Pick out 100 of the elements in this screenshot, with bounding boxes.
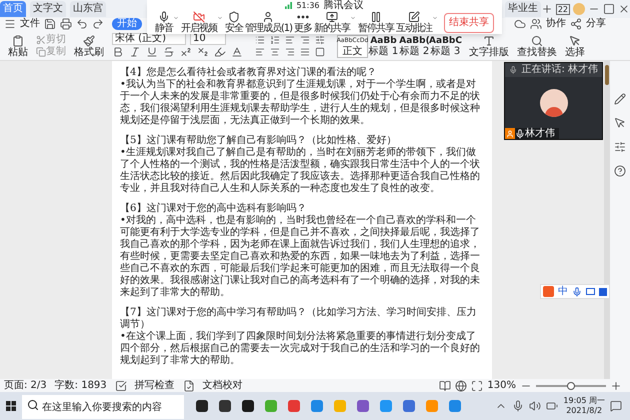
app-icon[interactable] (219, 400, 231, 412)
avatar (540, 88, 568, 116)
pencil-icon[interactable] (614, 93, 626, 105)
scrollbar[interactable] (604, 61, 610, 379)
globe-icon[interactable] (455, 380, 468, 392)
proofread-link[interactable]: 文档校对 (202, 380, 243, 392)
size-dropdown[interactable]: 10 (190, 33, 226, 45)
highlighter-icon[interactable] (214, 46, 226, 58)
grid-icon[interactable] (599, 288, 607, 296)
underline-icon[interactable] (146, 46, 158, 58)
clock-date[interactable]: 2021/8/2 (566, 406, 602, 416)
style-preset[interactable]: AaBb( 标题 2 (399, 35, 430, 58)
save-icon[interactable] (44, 18, 56, 30)
bullet-list-icon[interactable] (255, 35, 265, 45)
bold-icon[interactable] (112, 46, 124, 58)
share-link[interactable]: 分享 (586, 18, 606, 30)
meeting-control[interactable]: 新的共享 (314, 11, 356, 34)
menu-icon[interactable] (4, 18, 16, 30)
check-icon[interactable] (114, 380, 127, 392)
people-icon[interactable] (530, 18, 542, 30)
ime-mode[interactable]: 中 (558, 286, 568, 298)
document-tab[interactable]: 文字文 (30, 1, 66, 17)
scissors-icon (36, 35, 46, 45)
word-count: 字数: 1893 (54, 380, 107, 392)
outdent-icon[interactable] (300, 35, 310, 45)
meeting-control[interactable]: 互动批注 (396, 11, 438, 34)
collaborate-link[interactable]: 协作 (546, 18, 566, 30)
notification-icon[interactable] (610, 400, 622, 412)
meeting-control[interactable]: 安全 (224, 11, 243, 34)
meeting-control[interactable]: 开启视频 (180, 11, 223, 34)
microphone-icon[interactable] (512, 400, 524, 412)
search-icon (531, 35, 543, 47)
question-heading: 【4】您是怎么看待社会或者教育界对这门课的看法的呢？ (120, 67, 378, 78)
count-badge[interactable]: 22 (556, 4, 570, 14)
indent-icon[interactable] (285, 35, 295, 45)
start-icon[interactable] (6, 401, 16, 411)
meeting-control[interactable]: 管理成员(1) (244, 11, 292, 34)
pointer-icon[interactable] (614, 117, 626, 129)
speaker-icon[interactable] (529, 400, 542, 412)
strikethrough-icon[interactable] (163, 46, 175, 58)
find-replace-button[interactable]: 查找替换 (517, 35, 557, 58)
meeting-control[interactable]: 静音 (154, 11, 179, 34)
select-button[interactable]: 选择 (565, 35, 585, 58)
redo-icon[interactable] (92, 18, 104, 30)
clipboard-icon (12, 35, 24, 47)
zoom-in-icon[interactable] (610, 380, 622, 392)
style-label: 正文 (342, 46, 362, 57)
superscript-icon[interactable] (180, 46, 192, 58)
close-icon[interactable] (618, 3, 630, 15)
document-check-icon[interactable] (182, 380, 195, 392)
app-icon[interactable] (196, 400, 208, 412)
paste-button[interactable]: 粘贴 (8, 35, 28, 58)
spell-check-link[interactable]: 拼写检查 (134, 380, 175, 392)
meeting-control[interactable]: 更多 (294, 11, 312, 34)
italic-icon[interactable] (129, 46, 141, 58)
start-tab[interactable]: 开始 (112, 18, 142, 30)
file-menu[interactable]: 文件 (20, 18, 40, 30)
end-share-button[interactable]: 结束共享 (444, 12, 494, 32)
printer-icon[interactable] (60, 18, 72, 30)
host-icon (506, 130, 514, 138)
keyboard-icon[interactable] (586, 288, 595, 295)
zoom-thumb[interactable] (567, 382, 575, 390)
document-tab[interactable]: 山东宫 (70, 1, 106, 17)
style-preset[interactable]: AaBbC 标题 3 (430, 35, 461, 58)
page-count: 页面: 2/3 (4, 380, 47, 392)
numbered-list-icon[interactable] (270, 35, 280, 45)
battery-icon[interactable] (546, 400, 558, 412)
undo-icon[interactable] (76, 18, 88, 30)
app-icon[interactable] (242, 400, 254, 412)
meeting-control[interactable]: 暂停共享 (358, 11, 394, 34)
sliders-icon[interactable] (614, 141, 626, 153)
clock-time[interactable]: 19:05 周一 (563, 396, 605, 406)
share-icon[interactable] (570, 18, 582, 30)
style-preset[interactable]: AaBb 标题 1 (368, 35, 399, 58)
microphone-icon (515, 128, 525, 138)
style-sample: AaBbC (429, 36, 462, 46)
fit-icon[interactable] (471, 380, 484, 392)
new-tab-icon[interactable] (540, 3, 553, 15)
help-icon[interactable] (614, 165, 626, 177)
microphone-icon[interactable] (572, 286, 582, 296)
align-right-icon[interactable] (285, 47, 295, 57)
justify-icon[interactable] (300, 47, 310, 57)
font-color-icon[interactable] (231, 46, 243, 58)
question-heading: 【5】这门课有帮助您了解自己有影响吗？（比如性格、爱好） (120, 135, 398, 146)
meeting-timer: 51:36 (296, 0, 320, 10)
video-off-icon (192, 11, 205, 23)
zoom-level[interactable]: 130% (487, 380, 516, 392)
document-tab[interactable]: 毕业生 (504, 1, 541, 17)
format-painter-button[interactable]: 格式刷 (74, 35, 104, 58)
align-center-icon[interactable] (270, 47, 280, 57)
sort-icon[interactable] (315, 35, 325, 45)
book-icon[interactable] (439, 380, 452, 392)
cloud-icon[interactable] (514, 18, 526, 30)
person-icon (262, 11, 274, 23)
subscript-icon[interactable] (197, 46, 209, 58)
align-left-icon[interactable] (255, 47, 265, 57)
text-layout-button[interactable]: 文字排版 (469, 35, 509, 58)
border-icon[interactable] (315, 47, 325, 57)
maximize-icon[interactable] (603, 3, 615, 15)
taskbar-search-field[interactable]: 在这里输入你要搜索的内容 (22, 395, 184, 420)
